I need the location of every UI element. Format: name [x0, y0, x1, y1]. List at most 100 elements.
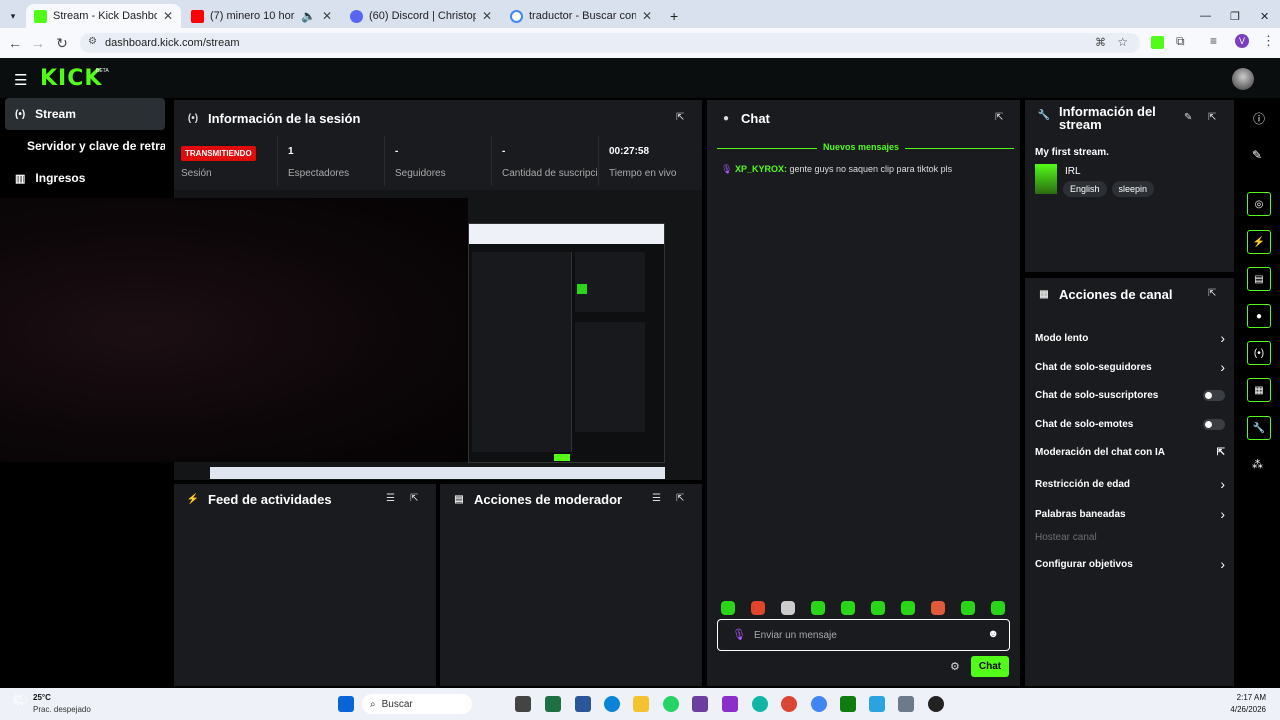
emotes-only-toggle[interactable]	[1203, 419, 1225, 430]
channel-action-subscribers-only: Chat de solo-suscriptores	[1035, 390, 1225, 401]
rail-lightning-icon[interactable]: ⚡	[1247, 230, 1271, 254]
chrome-icon[interactable]	[781, 696, 797, 712]
xbox-icon[interactable]	[840, 696, 856, 712]
filter-icon[interactable]: ☰	[652, 493, 661, 504]
user-avatar[interactable]	[1232, 68, 1254, 90]
emote-icon[interactable]	[721, 601, 735, 615]
settings-gear-icon[interactable]	[898, 696, 914, 712]
rail-wrench-icon[interactable]: 🔧	[1247, 416, 1271, 440]
clock-time[interactable]: 2:17 AM	[1226, 693, 1266, 702]
add-widget-icon[interactable]: ⁂	[1252, 458, 1263, 471]
channel-action-ai-moderation[interactable]: Moderación del chat con IA ⇱	[1035, 447, 1225, 458]
forward-arrow-icon[interactable]: →	[26, 35, 50, 51]
emote-icon[interactable]	[871, 601, 885, 615]
edit-pencil-icon[interactable]: ✎	[1252, 148, 1262, 162]
rail-broadcast-icon[interactable]: (•)	[1247, 341, 1271, 365]
close-tab-icon[interactable]: ✕	[163, 9, 173, 23]
file-explorer-icon[interactable]	[633, 696, 649, 712]
windows-start-icon[interactable]	[338, 696, 354, 712]
tag-chip: English	[1063, 181, 1107, 197]
rail-chat-icon[interactable]: ●	[1247, 304, 1271, 328]
panel-title: Feed de actividades	[208, 491, 332, 507]
close-tab-icon[interactable]: ✕	[322, 9, 332, 23]
maximize-button[interactable]: ❐	[1222, 4, 1242, 28]
rail-channel-actions-icon[interactable]: ▦	[1247, 378, 1271, 402]
close-tab-icon[interactable]: ✕	[642, 9, 652, 23]
kick-extension-icon[interactable]	[1151, 36, 1164, 49]
channel-action-slow-mode[interactable]: Modo lento ›	[1035, 330, 1225, 346]
popout-icon[interactable]: ⇱	[676, 493, 684, 504]
chat-message-input[interactable]: 🎙 Enviar un mensaje ☻	[717, 619, 1010, 651]
app-icon[interactable]	[722, 696, 738, 712]
minimize-button[interactable]: —	[1192, 4, 1212, 28]
popout-icon[interactable]: ⇱	[1208, 112, 1216, 123]
reload-icon[interactable]: ↻	[50, 35, 74, 52]
clock-date[interactable]: 4/26/2026	[1216, 705, 1266, 714]
emote-icon[interactable]	[931, 601, 945, 615]
sidebar-item-income[interactable]: ▥ Ingresos	[5, 162, 165, 194]
rail-focus-icon[interactable]: ◎	[1247, 192, 1271, 216]
chat-username[interactable]: XP_KYROX:	[735, 164, 787, 174]
tab-kick-dashboard[interactable]: Stream - Kick Dashboard ✕	[26, 4, 181, 28]
copilot-icon[interactable]	[752, 696, 768, 712]
edit-pencil-icon[interactable]: ✎	[1184, 112, 1192, 123]
broadcast-icon: (•)	[15, 108, 26, 120]
emote-icon[interactable]	[811, 601, 825, 615]
send-chat-button[interactable]: Chat	[971, 656, 1009, 677]
kick-logo[interactable]: KICK	[40, 66, 102, 91]
emote-icon[interactable]	[841, 601, 855, 615]
profile-avatar-icon[interactable]: V	[1235, 34, 1249, 48]
rail-document-icon[interactable]: ▤	[1247, 267, 1271, 291]
tab-google[interactable]: traductor - Buscar con Google ✕	[502, 4, 660, 28]
filter-icon[interactable]: ☰	[386, 493, 395, 504]
window-close-button[interactable]: ✕	[1252, 4, 1272, 28]
browser-menu-icon[interactable]: ⋮	[1262, 33, 1275, 49]
bookmark-star-icon[interactable]: ☆	[1117, 35, 1128, 49]
app-icon[interactable]	[692, 696, 708, 712]
sidebar-item-server-key[interactable]: Servidor y clave de retransn	[5, 130, 165, 162]
subscribers-only-toggle[interactable]	[1203, 390, 1225, 401]
task-view-icon[interactable]	[515, 696, 531, 712]
emote-icon[interactable]	[751, 601, 765, 615]
weather-icon[interactable]: 🌤	[12, 692, 29, 708]
channel-action-configure-goals[interactable]: Configurar objetivos ›	[1035, 556, 1225, 572]
emote-icon[interactable]	[991, 601, 1005, 615]
emote-icon[interactable]	[961, 601, 975, 615]
taskbar-search[interactable]: ⌕ Buscar	[362, 694, 472, 714]
emote-icon[interactable]	[901, 601, 915, 615]
back-arrow-icon[interactable]: ←	[3, 35, 27, 51]
channel-action-followers-only[interactable]: Chat de solo-seguidores ›	[1035, 359, 1225, 375]
popout-icon[interactable]: ⇱	[676, 112, 684, 123]
chat-settings-gear-icon[interactable]: ⚙	[950, 660, 960, 673]
whatsapp-icon[interactable]	[663, 696, 679, 712]
reading-list-icon[interactable]: ≡	[1210, 34, 1217, 48]
hamburger-menu-icon[interactable]: ☰	[14, 71, 27, 89]
sidebar-item-stream[interactable]: (•) Stream	[5, 98, 165, 130]
tab-discord[interactable]: (60) Discord | Christopher, Seba ✕	[342, 4, 500, 28]
popout-icon[interactable]: ⇱	[410, 493, 418, 504]
popout-icon[interactable]: ⇱	[995, 112, 1003, 123]
url-field[interactable]: ⚙ dashboard.kick.com/stream ⌘ ☆	[80, 33, 1140, 53]
site-info-icon[interactable]: ⚙	[88, 36, 97, 47]
word-icon[interactable]	[575, 696, 591, 712]
chrome-profile-icon[interactable]	[811, 696, 827, 712]
excel-icon[interactable]	[545, 696, 561, 712]
info-icon[interactable]: ⓘ	[1253, 110, 1265, 127]
channel-action-banned-words[interactable]: Palabras baneadas ›	[1035, 506, 1225, 522]
edge-icon[interactable]	[604, 696, 620, 712]
emoji-icon[interactable]: ☻	[987, 628, 999, 640]
new-tab-button[interactable]: +	[662, 4, 682, 28]
channel-action-age-restriction[interactable]: Restricción de edad ›	[1035, 476, 1225, 492]
close-tab-icon[interactable]: ✕	[482, 9, 492, 23]
extensions-puzzle-icon[interactable]: ⧉	[1176, 34, 1185, 49]
mute-icon[interactable]: 🔈	[301, 9, 316, 23]
tab-search-dropdown[interactable]: ▾	[2, 4, 24, 28]
translate-icon[interactable]: ⌘	[1095, 36, 1106, 49]
obs-icon[interactable]	[928, 696, 944, 712]
action-label: Moderación del chat con IA	[1035, 447, 1166, 458]
tab-youtube[interactable]: (7) minero 10 horas - YouTu 🔈 ✕	[183, 4, 340, 28]
session-info-header: (•) Información de la sesión	[174, 100, 702, 136]
emote-icon[interactable]	[781, 601, 795, 615]
app-icon[interactable]	[869, 696, 885, 712]
popout-icon[interactable]: ⇱	[1208, 288, 1216, 299]
